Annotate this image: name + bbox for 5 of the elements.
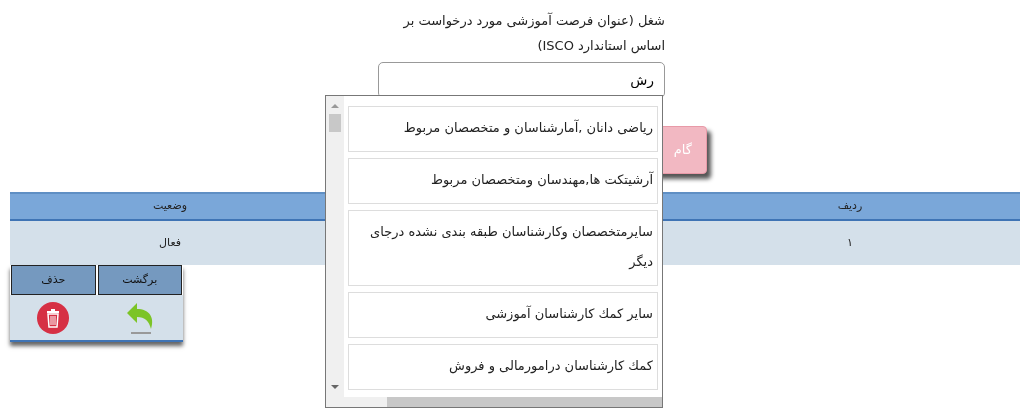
table-cell: ۱ (680, 220, 1020, 265)
delete-header: حذف (11, 265, 96, 295)
back-header: برگشت (97, 265, 182, 295)
column-header: ردیف (680, 193, 1020, 220)
field-label: شغل (عنوان فرصت آموزشی مورد درخواست بر اساس استاندارد ISCO) (402, 11, 665, 56)
